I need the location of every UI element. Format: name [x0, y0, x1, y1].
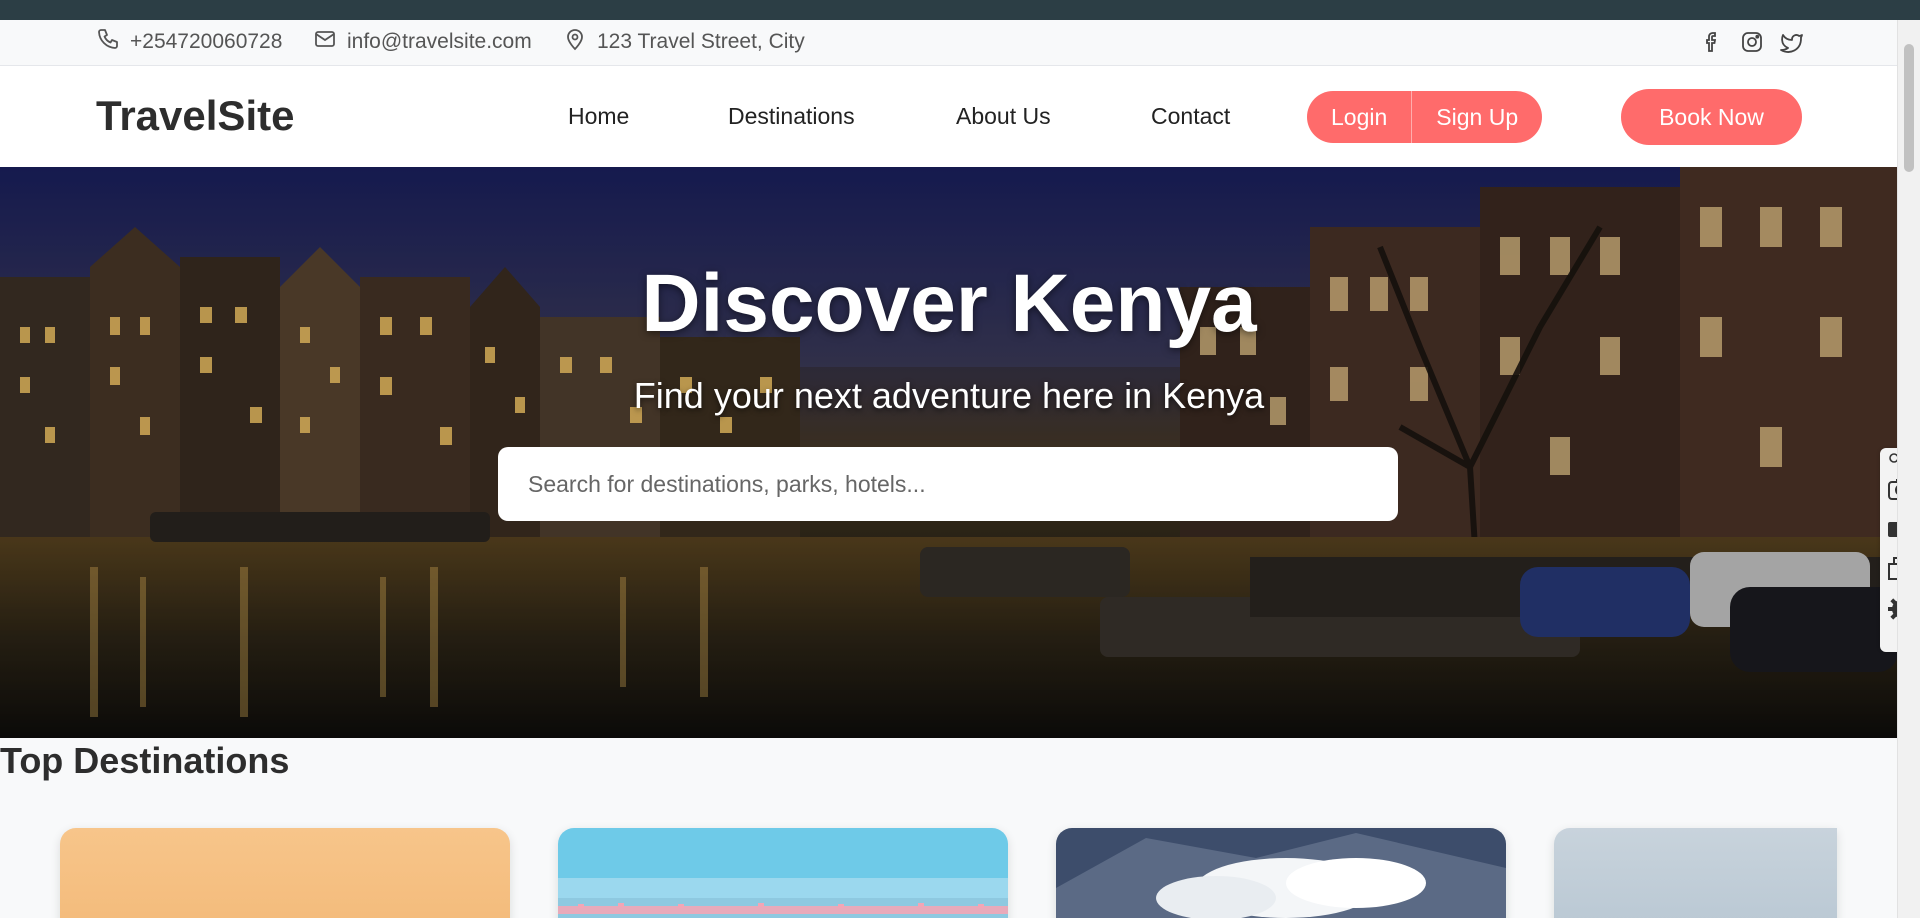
nav-home[interactable]: Home	[568, 103, 629, 130]
hero-subtitle: Find your next adventure here in Kenya	[633, 375, 1265, 416]
nav-contact[interactable]: Contact	[1151, 103, 1230, 130]
destination-search-input[interactable]	[498, 447, 1398, 521]
facebook-icon[interactable]	[1698, 28, 1726, 56]
flamingo-lake-card[interactable]	[558, 828, 1008, 918]
hero-title: Discover Kenya	[641, 258, 1257, 349]
main-navbar: TravelSite Home Destinations About Us Co…	[0, 66, 1898, 167]
street-address: 123 Travel Street, City	[597, 30, 805, 53]
contact-info-bar: +254720060728 info@travelsite.com 123 Tr…	[0, 20, 1898, 66]
signup-button[interactable]: Sign Up	[1412, 91, 1542, 143]
mail-icon	[313, 27, 337, 57]
mountain-card[interactable]	[1056, 828, 1506, 918]
nav-about-us[interactable]: About Us	[956, 103, 1051, 130]
site-logo[interactable]: TravelSite	[96, 92, 294, 140]
page-scrollbar[interactable]	[1897, 20, 1920, 918]
login-button[interactable]: Login	[1307, 91, 1413, 143]
email-address: info@travelsite.com	[347, 30, 532, 53]
page-viewport: +254720060728 info@travelsite.com 123 Tr…	[0, 20, 1920, 918]
instagram-icon[interactable]	[1738, 28, 1766, 56]
phone-icon	[96, 27, 120, 57]
section-heading: Top Destinations	[0, 740, 290, 781]
address-info: 123 Travel Street, City	[563, 27, 805, 57]
social-links	[1698, 28, 1806, 56]
hero-section: Discover Kenya Find your next adventure …	[0, 167, 1898, 738]
phone-info[interactable]: +254720060728	[96, 27, 283, 57]
auth-button-group: Login Sign Up	[1307, 91, 1543, 143]
nav-destinations[interactable]: Destinations	[728, 103, 855, 130]
scrollbar-thumb[interactable]	[1904, 44, 1914, 172]
book-now-button[interactable]: Book Now	[1621, 89, 1802, 145]
twitter-icon[interactable]	[1778, 28, 1806, 56]
phone-number: +254720060728	[130, 30, 283, 53]
email-info[interactable]: info@travelsite.com	[313, 30, 532, 54]
sky-card[interactable]	[1554, 828, 1837, 918]
desert-card[interactable]	[60, 828, 510, 918]
map-pin-icon	[563, 27, 587, 57]
